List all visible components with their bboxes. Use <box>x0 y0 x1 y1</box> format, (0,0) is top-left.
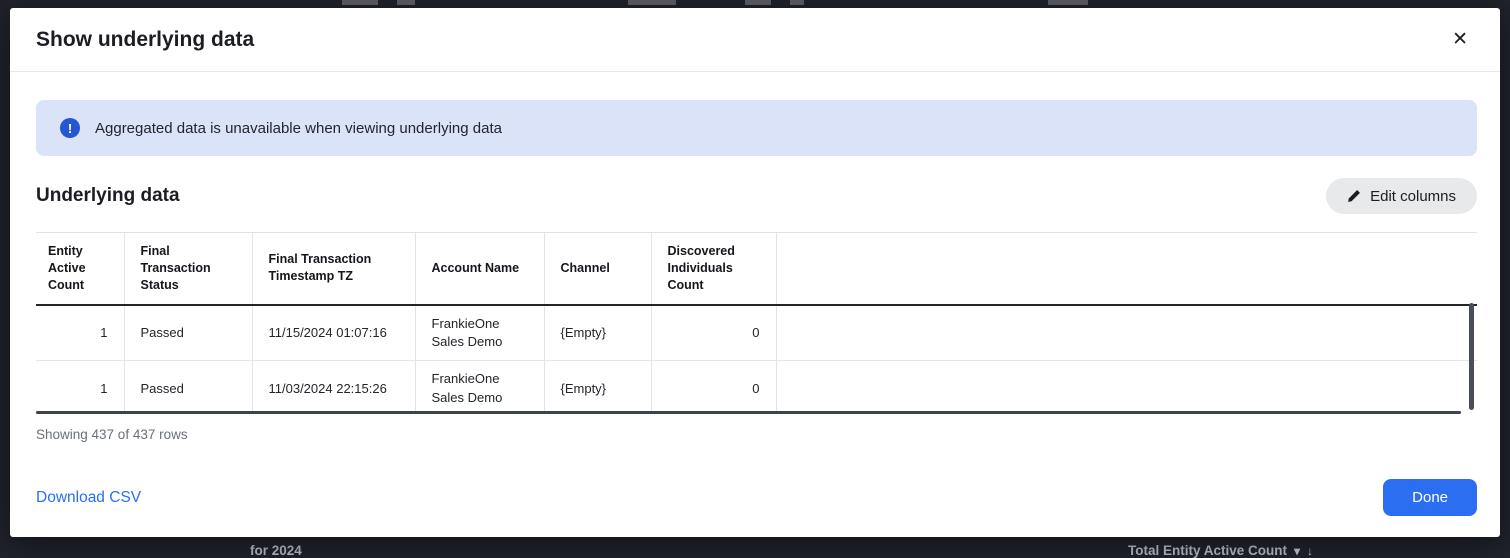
horizontal-scrollbar[interactable] <box>36 411 1461 414</box>
table-cell: Passed <box>124 305 252 361</box>
table-cell: 11/15/2024 01:07:16 <box>252 305 415 361</box>
background-fragment <box>342 0 378 5</box>
background-fragment <box>745 0 771 5</box>
sort-down-icon: ↓ <box>1307 544 1313 558</box>
table-body: 1Passed11/15/2024 01:07:16FrankieOne Sal… <box>36 305 1477 414</box>
modal-body: ! Aggregated data is unavailable when vi… <box>10 72 1500 479</box>
modal-header: Show underlying data ✕ <box>10 8 1500 72</box>
table-cell: 0 <box>651 361 776 414</box>
column-header-filler <box>776 233 1477 305</box>
done-button[interactable]: Done <box>1383 479 1477 516</box>
chevron-down-icon: ▾ <box>1294 544 1300 558</box>
background-chart-caption: for 2024 <box>250 543 302 558</box>
table-header-row: Entity Active CountFinal Transaction Sta… <box>36 233 1477 305</box>
show-underlying-data-modal: Show underlying data ✕ ! Aggregated data… <box>10 8 1500 537</box>
background-fragment <box>397 0 415 5</box>
table-row: 1Passed11/15/2024 01:07:16FrankieOne Sal… <box>36 305 1477 361</box>
column-header: Channel <box>544 233 651 305</box>
table-cell-filler <box>776 305 1477 361</box>
download-csv-link[interactable]: Download CSV <box>36 489 141 507</box>
page-title: Show underlying data <box>36 28 254 52</box>
modal-footer: Download CSV Done <box>10 479 1500 537</box>
column-header: Discovered Individuals Count <box>651 233 776 305</box>
background-fragment <box>1048 0 1088 5</box>
table-cell-filler <box>776 361 1477 414</box>
table-cell: FrankieOne Sales Demo <box>415 361 544 414</box>
section-title: Underlying data <box>36 185 180 207</box>
table-cell: 0 <box>651 305 776 361</box>
vertical-scrollbar[interactable] <box>1469 303 1474 410</box>
table-cell: Passed <box>124 361 252 414</box>
table-cell: FrankieOne Sales Demo <box>415 305 544 361</box>
background-fragment <box>790 0 804 5</box>
table-cell: {Empty} <box>544 361 651 414</box>
info-banner: ! Aggregated data is unavailable when vi… <box>36 100 1477 156</box>
column-header: Final Transaction Timestamp TZ <box>252 233 415 305</box>
table-cell: 1 <box>36 361 124 414</box>
column-header: Account Name <box>415 233 544 305</box>
info-icon: ! <box>60 118 80 138</box>
column-header: Entity Active Count <box>36 233 124 305</box>
section-header-row: Underlying data Edit columns <box>36 178 1477 214</box>
background-fragment <box>628 0 676 5</box>
pencil-icon <box>1347 189 1361 203</box>
underlying-data-table: Entity Active CountFinal Transaction Sta… <box>36 232 1477 414</box>
background-column-label: Total Entity Active Count <box>1128 543 1287 558</box>
background-column-header: Total Entity Active Count ▾ ↓ <box>1128 543 1313 558</box>
table-cell: {Empty} <box>544 305 651 361</box>
table-row: 1Passed11/03/2024 22:15:26FrankieOne Sal… <box>36 361 1477 414</box>
edit-columns-label: Edit columns <box>1370 188 1456 205</box>
edit-columns-button[interactable]: Edit columns <box>1326 178 1477 214</box>
table-cell: 11/03/2024 22:15:26 <box>252 361 415 414</box>
row-count-text: Showing 437 of 437 rows <box>36 427 1477 442</box>
column-header: Final Transaction Status <box>124 233 252 305</box>
banner-text: Aggregated data is unavailable when view… <box>95 120 502 137</box>
close-icon[interactable]: ✕ <box>1444 26 1476 53</box>
table-cell: 1 <box>36 305 124 361</box>
